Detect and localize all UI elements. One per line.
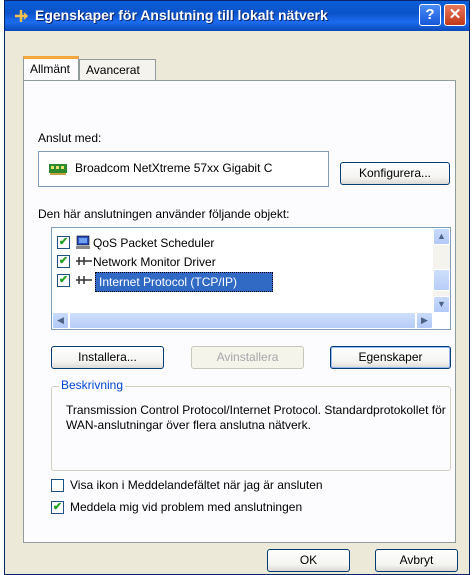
- component-checkbox[interactable]: ✔: [57, 255, 70, 268]
- adapter-field: Broadcom NetXtreme 57xx Gigabit C: [38, 151, 329, 187]
- component-checkbox[interactable]: ✔: [57, 274, 70, 287]
- cancel-button[interactable]: Avbryt: [375, 549, 458, 572]
- help-button[interactable]: ?: [419, 4, 441, 26]
- tab-advanced[interactable]: Avancerat: [79, 59, 156, 80]
- component-label-selected: Internet Protocol (TCP/IP): [95, 272, 273, 292]
- show-icon-checkbox[interactable]: [51, 479, 64, 492]
- dialog-body: Allmänt Avancerat Anslut med: Broadcom N…: [8, 31, 466, 573]
- description-text: Transmission Control Protocol/Internet P…: [66, 403, 446, 432]
- connect-using-label: Anslut med:: [38, 131, 102, 145]
- adapter-name: Broadcom NetXtreme 57xx Gigabit C: [75, 161, 273, 175]
- list-item-qos[interactable]: ✔ QoS Packet Scheduler: [57, 234, 427, 253]
- list-item-network-monitor[interactable]: ✔ Network Monitor Driver: [57, 253, 427, 272]
- component-label: Network Monitor Driver: [93, 255, 216, 269]
- network-protocol-icon: [76, 257, 92, 265]
- network-protocol-icon: [76, 276, 92, 284]
- network-connection-icon: [15, 10, 29, 22]
- window-title: Egenskaper för Anslutning till lokalt nä…: [35, 7, 328, 23]
- scroll-down-icon[interactable]: ▼: [433, 296, 450, 313]
- network-adapter-icon: [49, 164, 67, 175]
- qos-icon: [76, 235, 90, 249]
- show-icon-label[interactable]: Visa ikon i Meddelandefältet när jag är …: [70, 478, 323, 492]
- notify-label[interactable]: Meddela mig vid problem med anslutningen: [70, 500, 302, 514]
- horizontal-scroll-thumb[interactable]: [69, 312, 416, 329]
- component-checkbox[interactable]: ✔: [57, 236, 70, 249]
- scroll-left-icon[interactable]: ◀: [52, 312, 69, 329]
- horizontal-scrollbar[interactable]: ◀ ▶: [52, 312, 433, 329]
- title-bar[interactable]: Egenskaper för Anslutning till lokalt nä…: [5, 1, 469, 31]
- component-label: QoS Packet Scheduler: [93, 236, 215, 250]
- scroll-right-icon[interactable]: ▶: [416, 312, 433, 329]
- components-list[interactable]: ✔ QoS Packet Scheduler ✔ Network Monitor…: [51, 227, 451, 330]
- components-label: Den här anslutningen använder följande o…: [38, 207, 290, 221]
- install-button[interactable]: Installera...: [51, 346, 164, 369]
- close-button[interactable]: ✕: [444, 4, 466, 26]
- tab-general[interactable]: Allmänt: [23, 56, 79, 80]
- configure-button[interactable]: Konfigurera...: [340, 162, 450, 185]
- vertical-scroll-thumb[interactable]: [433, 269, 450, 291]
- properties-button[interactable]: Egenskaper: [330, 346, 451, 369]
- description-title: Beskrivning: [59, 378, 126, 392]
- ok-button[interactable]: OK: [267, 549, 350, 572]
- scroll-up-icon[interactable]: ▲: [433, 228, 450, 245]
- uninstall-button[interactable]: Avinstallera: [191, 346, 304, 369]
- vertical-scrollbar[interactable]: ▲ ▼: [433, 228, 450, 313]
- list-item-tcpip[interactable]: ✔ Internet Protocol (TCP/IP): [57, 272, 427, 292]
- notify-checkbox[interactable]: ✔: [51, 501, 64, 514]
- properties-dialog: Egenskaper för Anslutning till lokalt nä…: [4, 0, 470, 575]
